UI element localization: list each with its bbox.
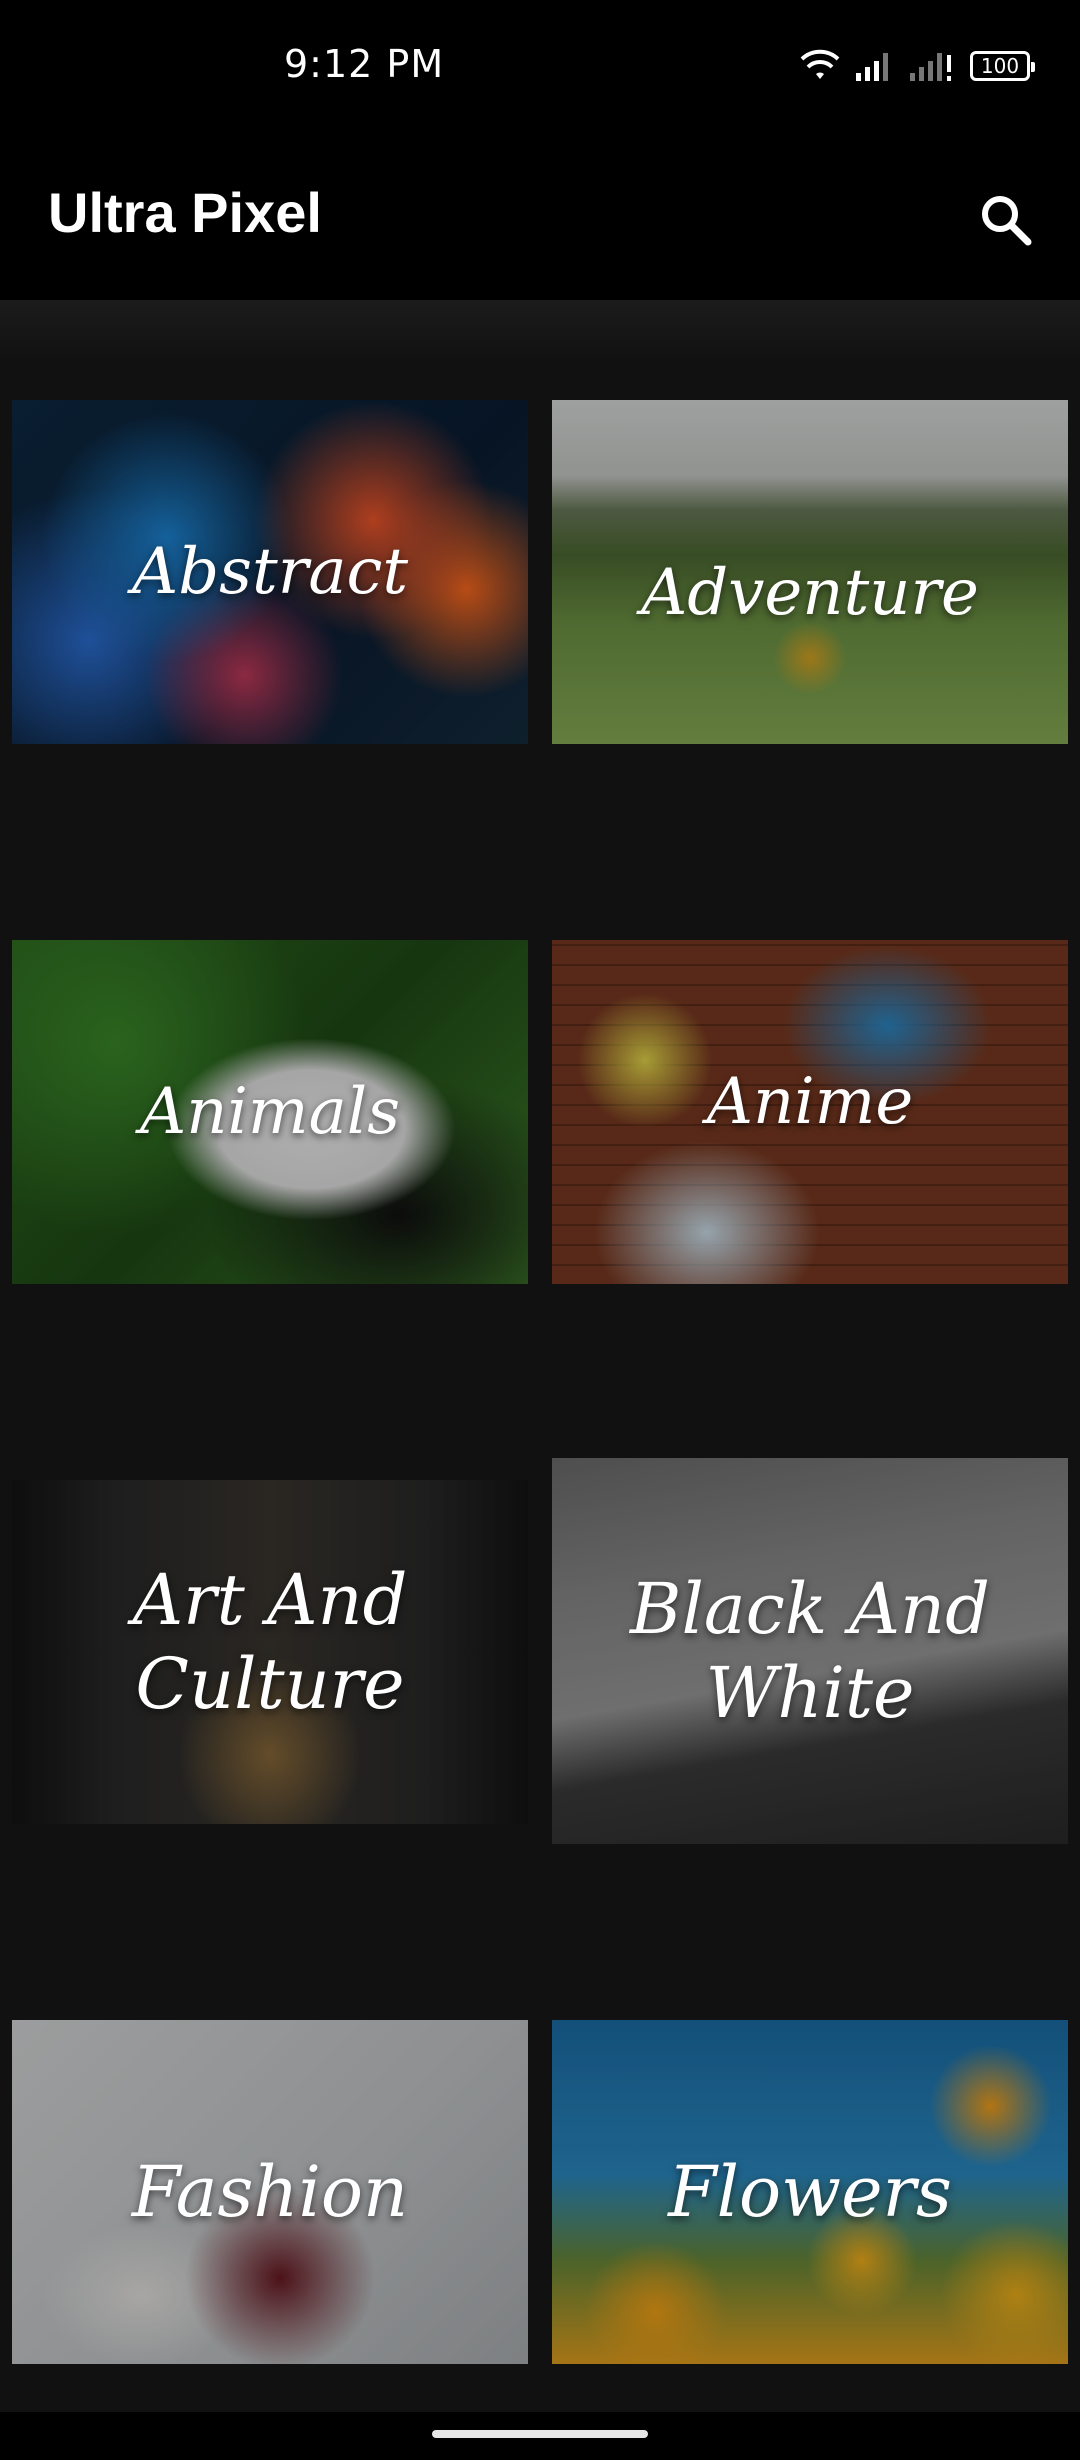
category-label: Black And White xyxy=(630,1568,990,1734)
category-tile-abstract[interactable]: Abstract xyxy=(12,400,528,744)
category-label: Abstract xyxy=(131,535,409,609)
home-indicator[interactable] xyxy=(432,2430,648,2438)
category-tile-animals[interactable]: Animals xyxy=(12,940,528,1284)
category-grid: Abstract Adventure Animals Anime Art And… xyxy=(0,0,1080,2460)
category-tile-art-and-culture[interactable]: Art And Culture xyxy=(12,1480,528,1824)
category-label: Fashion xyxy=(131,2151,409,2233)
category-tile-fashion[interactable]: Fashion xyxy=(12,2020,528,2364)
category-tile-black-and-white[interactable]: Black And White xyxy=(552,1458,1068,1844)
category-tile-anime[interactable]: Anime xyxy=(552,940,1068,1284)
category-tile-flowers[interactable]: Flowers xyxy=(552,2020,1068,2364)
category-label: Art And Culture xyxy=(132,1558,408,1725)
category-label: Animals xyxy=(139,1075,401,1149)
category-tile-adventure[interactable]: Adventure xyxy=(552,400,1068,744)
category-label: Flowers xyxy=(668,2151,952,2233)
category-label: Anime xyxy=(706,1064,914,1139)
category-label: Adventure xyxy=(641,555,979,630)
